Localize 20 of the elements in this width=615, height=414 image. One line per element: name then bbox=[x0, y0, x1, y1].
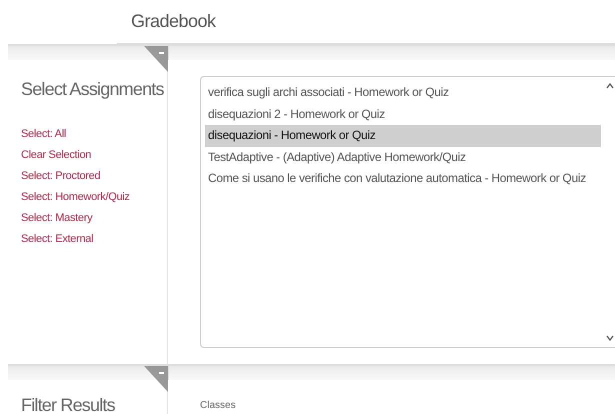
select-link[interactable]: Clear Selection bbox=[21, 147, 167, 163]
select-link[interactable]: Select: Homework/Quiz bbox=[21, 189, 167, 205]
assignment-option[interactable]: TestAdaptive - (Adaptive) Adaptive Homework/Quiz bbox=[205, 146, 601, 168]
collapse-toggle[interactable] bbox=[144, 46, 168, 72]
select-link[interactable]: Select: Mastery bbox=[21, 210, 167, 226]
section-title: Select Assignments bbox=[21, 78, 164, 100]
page-title: Gradebook bbox=[131, 11, 216, 32]
select-link[interactable]: Select: Proctored bbox=[21, 168, 167, 184]
assignment-option[interactable]: disequazioni 2 - Homework or Quiz bbox=[205, 104, 601, 125]
select-link[interactable]: Select: All bbox=[21, 126, 167, 142]
select-link[interactable]: Select: External bbox=[21, 231, 167, 247]
assignment-option[interactable]: verifica sugli archi associati - Homework or Quiz bbox=[205, 82, 601, 104]
assignment-option[interactable]: Come si usano le verifiche con valutazione automatica - Homework or Quiz bbox=[205, 168, 601, 190]
scroll-up-icon[interactable] bbox=[606, 83, 614, 89]
collapse-toggle[interactable] bbox=[144, 366, 168, 392]
field-label: Classes bbox=[200, 400, 237, 411]
assignment-option[interactable]: disequazioni - Homework or Quiz bbox=[205, 125, 601, 146]
section-title: Filter Results bbox=[21, 394, 115, 414]
scroll-down-icon[interactable] bbox=[606, 335, 614, 341]
assignment-listbox[interactable] bbox=[200, 76, 615, 348]
